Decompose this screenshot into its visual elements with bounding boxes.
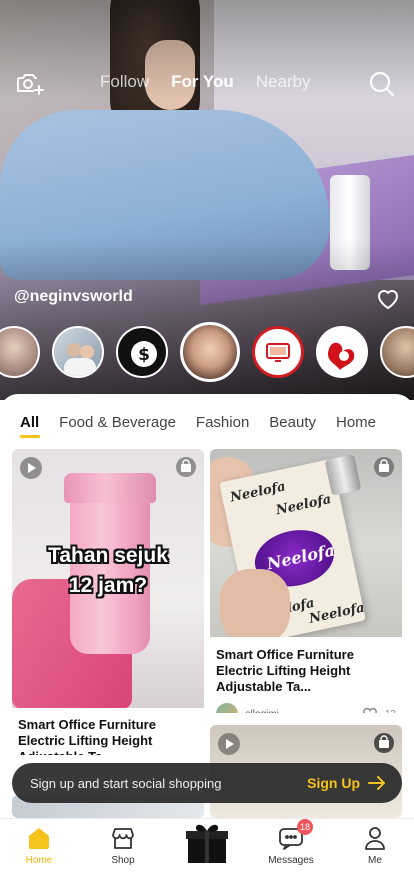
category-food-beverage[interactable]: Food & Beverage [59, 414, 176, 431]
person-icon [365, 827, 385, 850]
hand [220, 569, 290, 637]
top-bar: Follow For You Nearby [0, 62, 414, 106]
avatar[interactable]: $ [116, 326, 168, 378]
category-beauty[interactable]: Beauty [269, 414, 316, 431]
like-count[interactable]: 13 [361, 705, 396, 713]
avatar[interactable] [380, 326, 414, 378]
box-pattern-text: Neelofa [274, 492, 333, 519]
thumbnail-caption: Tahan sejuk 12 jam? [12, 541, 204, 601]
avatar[interactable] [252, 326, 304, 378]
shopping-bag-icon [374, 457, 394, 477]
messages-badge: 18 [297, 819, 314, 835]
home-icon [29, 828, 49, 849]
avatar[interactable] [316, 326, 368, 378]
signup-button[interactable]: Sign Up [307, 775, 386, 791]
avatar[interactable] [0, 326, 40, 378]
nav-home-label: Home [25, 855, 53, 866]
product-card[interactable]: Neelofa Neelofa Neelofa Neelofa Neelofa … [210, 449, 402, 713]
product-image[interactable]: Neelofa Neelofa Neelofa Neelofa Neelofa [210, 449, 402, 637]
product-video-thumbnail[interactable]: Tahan sejuk 12 jam? [12, 449, 204, 708]
tab-for-you[interactable]: For You [171, 72, 234, 92]
username[interactable]: elloqimi [245, 709, 279, 714]
shopping-bag-icon [374, 733, 394, 753]
active-category-indicator [20, 435, 40, 438]
gift-icon[interactable] [186, 823, 228, 863]
nav-messages-label: Messages [268, 855, 314, 866]
nav-shop-label: Shop [111, 855, 135, 866]
product-title[interactable]: Smart Office Furniture Electric Lifting … [12, 717, 204, 755]
category-fashion[interactable]: Fashion [196, 414, 249, 431]
heart-icon [363, 707, 377, 713]
creator-avatar-row: $ [0, 322, 414, 382]
shop-icon [112, 828, 134, 849]
nav-home[interactable]: Home [9, 825, 69, 866]
nav-shop[interactable]: Shop [93, 825, 153, 866]
play-icon [218, 733, 240, 755]
creator-handle[interactable]: @neginvsworld [14, 288, 133, 306]
box-pattern-text: Neelofa [229, 479, 287, 506]
nav-messages[interactable]: 18 Messages [261, 819, 321, 866]
signup-banner[interactable]: Sign up and start social shopping Sign U… [12, 763, 402, 803]
play-icon [20, 457, 42, 479]
category-home[interactable]: Home [336, 414, 376, 431]
arrow-right-icon [368, 776, 385, 790]
product-title[interactable]: Smart Office Furniture Electric Lifting … [210, 647, 402, 695]
avatar[interactable] [216, 703, 238, 713]
tumbler-lid [64, 473, 156, 503]
heart-icon[interactable] [374, 284, 402, 312]
feed-tabs: Follow For You Nearby [100, 72, 311, 92]
tab-follow[interactable]: Follow [100, 72, 149, 92]
caption-line-1: Tahan sejuk [48, 544, 168, 567]
like-count-value: 13 [385, 709, 396, 714]
svg-text:$: $ [138, 345, 150, 365]
shopping-bag-icon [176, 457, 196, 477]
tab-nearby[interactable]: Nearby [256, 72, 311, 92]
signup-text: Sign up and start social shopping [30, 775, 222, 791]
category-all[interactable]: All [20, 414, 39, 431]
avatar[interactable] [52, 326, 104, 378]
bottom-navigation: Home Shop 18 Messages Me [0, 818, 414, 896]
signup-button-label: Sign Up [307, 775, 360, 791]
camera-add-icon[interactable] [14, 68, 46, 100]
avatar[interactable] [180, 322, 240, 382]
caption-line-2: 12 jam? [68, 574, 148, 597]
product-card[interactable]: Tahan sejuk 12 jam? Smart Office Furnitu… [12, 449, 204, 755]
search-icon[interactable] [366, 68, 398, 100]
hero-video[interactable]: Follow For You Nearby @neginvsworld $ [0, 0, 414, 400]
nav-me-label: Me [368, 855, 382, 866]
category-tabs: All Food & Beverage Fashion Beauty Home [20, 414, 376, 431]
card-meta: elloqimi 13 [210, 703, 402, 713]
nav-me[interactable]: Me [345, 825, 405, 866]
